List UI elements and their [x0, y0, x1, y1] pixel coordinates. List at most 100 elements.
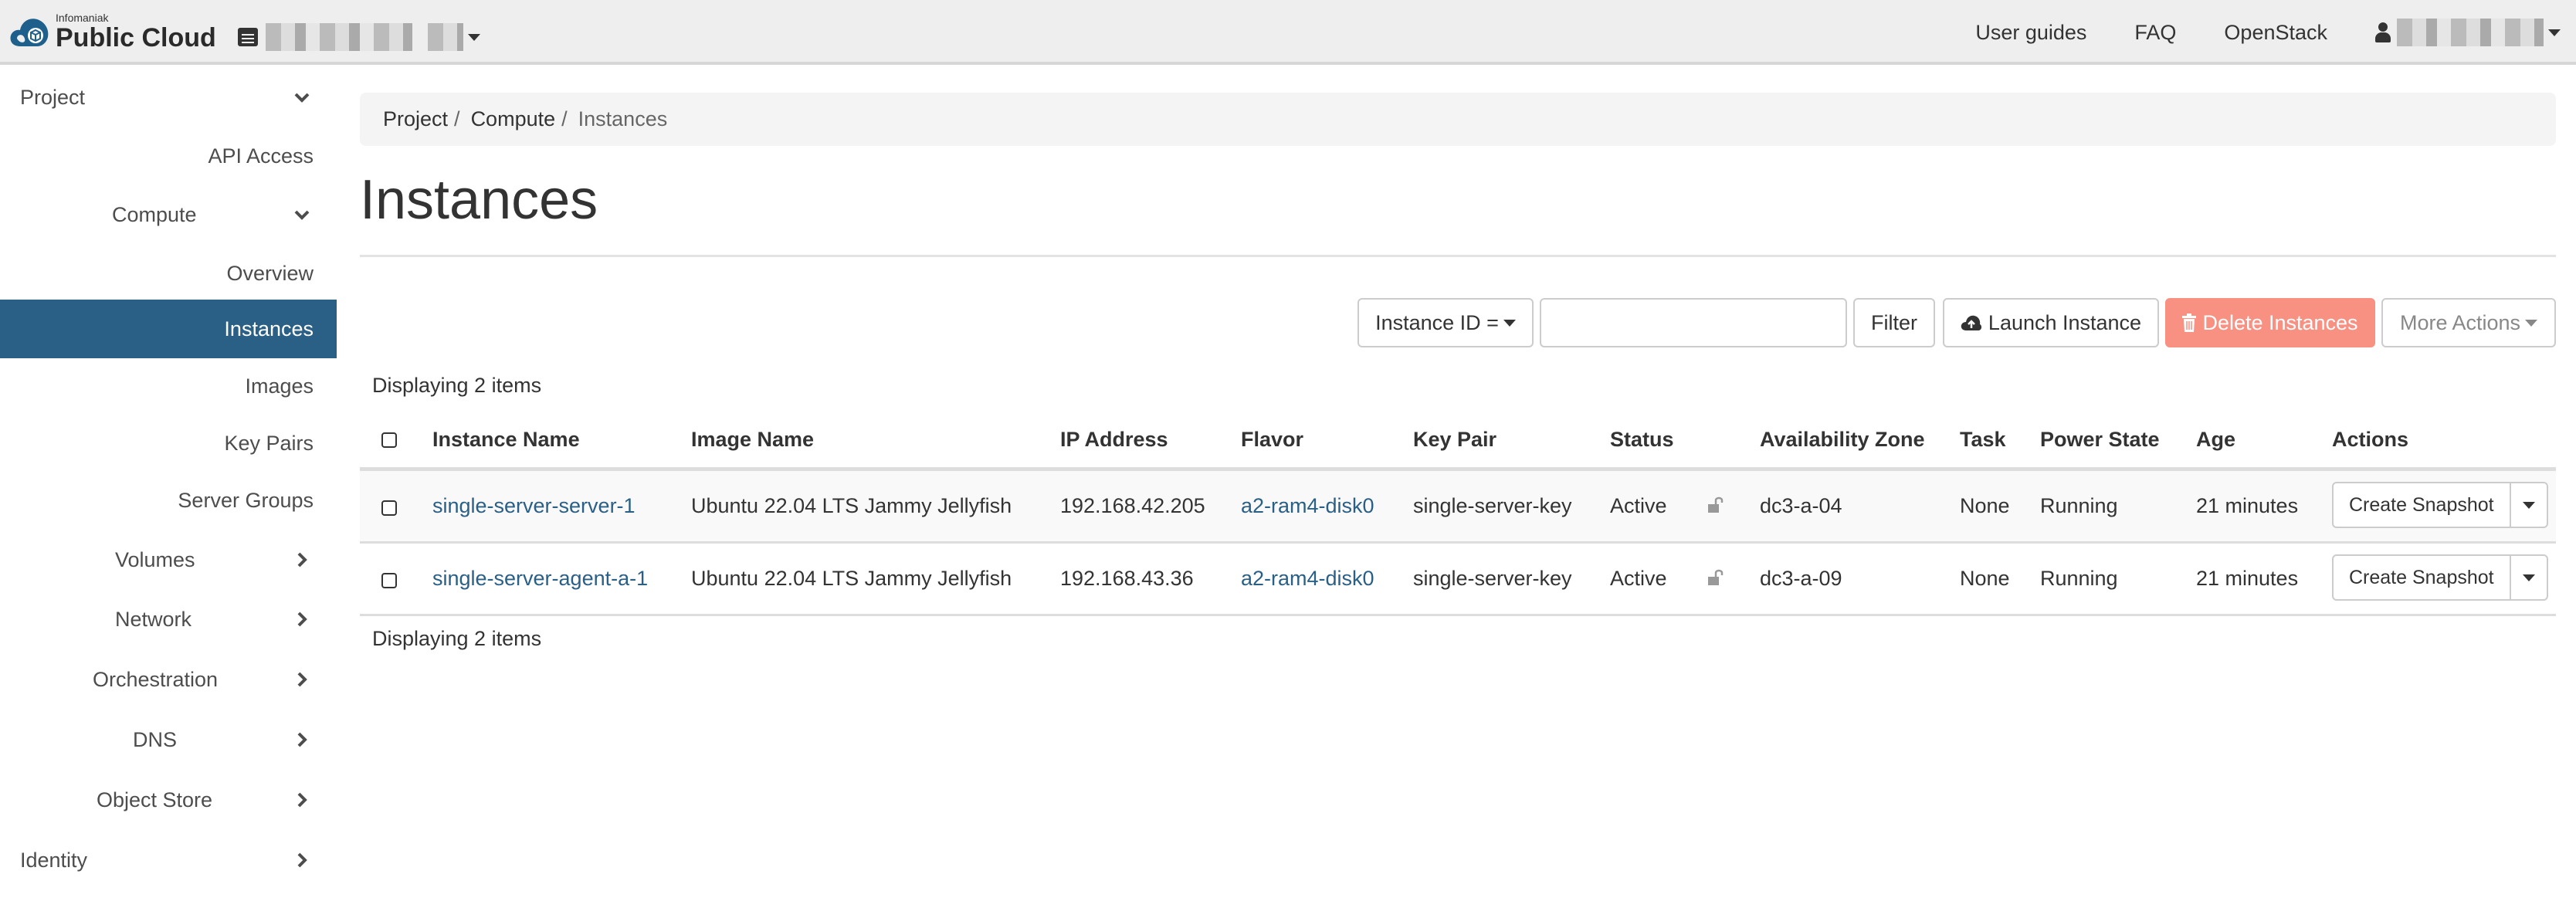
sidebar-item-overview[interactable]: Overview — [0, 244, 337, 303]
key-pair: single-server-key — [1413, 494, 1572, 517]
column-header-instance-name[interactable]: Instance Name — [432, 428, 580, 452]
cloud-logo-icon — [10, 19, 49, 46]
sidebar-item-label: Project — [20, 85, 86, 109]
brand-logo-link[interactable]: Infomaniak Public Cloud — [9, 12, 216, 51]
filter-field-dropdown[interactable]: Instance ID = — [1357, 298, 1534, 347]
status: Active — [1610, 494, 1667, 517]
image-name: Ubuntu 22.04 LTS Jammy Jellyfish — [691, 567, 1012, 590]
chevron-down-icon — [294, 210, 310, 220]
sidebar-item-key-pairs[interactable]: Key Pairs — [0, 414, 337, 473]
nav-openstack[interactable]: OpenStack — [2224, 21, 2327, 45]
item-count-top: Displaying 2 items — [372, 374, 542, 397]
breadcrumb: Project / Compute / Instances — [360, 93, 2556, 146]
create-snapshot-button[interactable]: Create Snapshot — [2334, 556, 2511, 599]
sidebar-item-instances[interactable]: Instances — [0, 300, 337, 358]
delete-instances-label: Delete Instances — [2202, 310, 2358, 334]
column-header-availability-zone[interactable]: Availability Zone — [1760, 428, 1925, 452]
sidebar-item-label: Compute — [112, 202, 197, 226]
sidebar-item-label: Network — [115, 607, 192, 631]
redacted-project-name — [266, 23, 412, 51]
sidebar-item-object-store[interactable]: Object Store — [0, 771, 337, 829]
select-all-checkbox[interactable] — [381, 432, 397, 448]
sidebar-item-network[interactable]: Network — [0, 590, 337, 649]
column-header-ip-address[interactable]: IP Address — [1060, 428, 1168, 452]
power-state: Running — [2040, 494, 2118, 517]
title-divider — [360, 255, 2556, 257]
create-snapshot-button[interactable]: Create Snapshot — [2334, 483, 2511, 527]
caret-down-icon — [2548, 29, 2561, 36]
sidebar-item-dns[interactable]: DNS — [0, 710, 337, 769]
row-checkbox[interactable] — [381, 573, 397, 588]
delete-instances-button[interactable]: Delete Instances — [2165, 298, 2375, 347]
row-actions: Create Snapshot — [2332, 482, 2548, 528]
item-count-bottom: Displaying 2 items — [372, 627, 542, 650]
user-menu[interactable] — [2375, 19, 2561, 46]
chevron-right-icon — [297, 552, 307, 568]
ip-address: 192.168.43.36 — [1060, 567, 1194, 590]
column-header-status[interactable]: Status — [1610, 428, 1674, 452]
chevron-down-icon — [294, 93, 310, 103]
nav-user-guides[interactable]: User guides — [1975, 21, 2086, 45]
sidebar-item-images[interactable]: Images — [0, 357, 337, 415]
trash-icon — [2182, 313, 2197, 332]
ip-address: 192.168.42.205 — [1060, 494, 1205, 517]
chevron-right-icon — [297, 852, 307, 868]
breadcrumb-instances: Instances — [578, 107, 668, 130]
power-state: Running — [2040, 567, 2118, 590]
launch-instance-button[interactable]: Launch Instance — [1943, 298, 2159, 347]
column-header-actions: Actions — [2332, 428, 2409, 451]
sidebar-item-compute[interactable]: Compute — [0, 185, 337, 244]
more-actions-dropdown[interactable]: More Actions — [2381, 298, 2556, 347]
sidebar-item-volumes[interactable]: Volumes — [0, 530, 337, 589]
sidebar-item-project[interactable]: Project — [0, 68, 337, 127]
column-header-task[interactable]: Task — [1960, 428, 2006, 452]
column-header-key-pair[interactable]: Key Pair — [1413, 428, 1496, 452]
sidebar-item-orchestration[interactable]: Orchestration — [0, 650, 337, 709]
chevron-right-icon — [297, 732, 307, 747]
column-header-power-state[interactable]: Power State — [2040, 428, 2160, 452]
redacted-region — [428, 23, 463, 51]
sidebar-item-label: Object Store — [97, 788, 213, 811]
breadcrumb-compute[interactable]: Compute — [471, 107, 556, 131]
brand-subtitle: Infomaniak — [56, 12, 109, 24]
row-actions-toggle[interactable] — [2511, 483, 2547, 527]
key-pair: single-server-key — [1413, 567, 1572, 590]
redacted-username — [2397, 19, 2544, 46]
column-header-flavor[interactable]: Flavor — [1241, 428, 1303, 452]
brand-title: Public Cloud — [56, 23, 216, 53]
breadcrumb-project[interactable]: Project — [383, 107, 448, 131]
flavor-link[interactable]: a2-ram4-disk0 — [1241, 567, 1374, 591]
launch-instance-label: Launch Instance — [1988, 310, 2142, 334]
column-header-age[interactable]: Age — [2196, 428, 2235, 452]
sidebar-item-server-groups[interactable]: Server Groups — [0, 471, 337, 530]
project-list-icon — [238, 28, 258, 46]
sidebar-item-label: Key Pairs — [224, 431, 314, 455]
sidebar-item-label: Instances — [224, 317, 314, 340]
row-checkbox[interactable] — [381, 500, 397, 516]
nav-faq[interactable]: FAQ — [2134, 21, 2176, 45]
page-title: Instances — [360, 169, 598, 231]
availability-zone: dc3-a-09 — [1760, 567, 1842, 590]
filter-button[interactable]: Filter — [1853, 298, 1935, 347]
filter-input[interactable] — [1540, 298, 1847, 347]
breadcrumb-separator: / — [561, 107, 568, 130]
row-actions-toggle[interactable] — [2511, 556, 2547, 599]
table-header: Instance Name Image Name IP Address Flav… — [360, 409, 2556, 471]
sidebar-item-api-access[interactable]: API Access — [0, 127, 337, 185]
instance-name-link[interactable]: single-server-agent-a-1 — [432, 567, 648, 591]
chevron-right-icon — [297, 612, 307, 627]
sidebar-item-identity[interactable]: Identity — [0, 831, 337, 889]
unlock-icon — [1708, 496, 1724, 513]
column-header-image-name[interactable]: Image Name — [691, 428, 814, 452]
instance-name-link[interactable]: single-server-server-1 — [432, 494, 636, 518]
table-row: single-server-server-1 Ubuntu 22.04 LTS … — [360, 471, 2556, 544]
sidebar-item-label: Volumes — [115, 547, 195, 571]
flavor-link[interactable]: a2-ram4-disk0 — [1241, 494, 1374, 518]
project-selector[interactable] — [238, 23, 480, 51]
sidebar-item-label: Server Groups — [178, 488, 314, 512]
filter-button-label: Filter — [1871, 310, 1917, 334]
sidebar-item-label: Images — [245, 374, 314, 398]
caret-down-icon — [1503, 319, 1516, 327]
task: None — [1960, 494, 2010, 517]
age: 21 minutes — [2196, 494, 2299, 517]
